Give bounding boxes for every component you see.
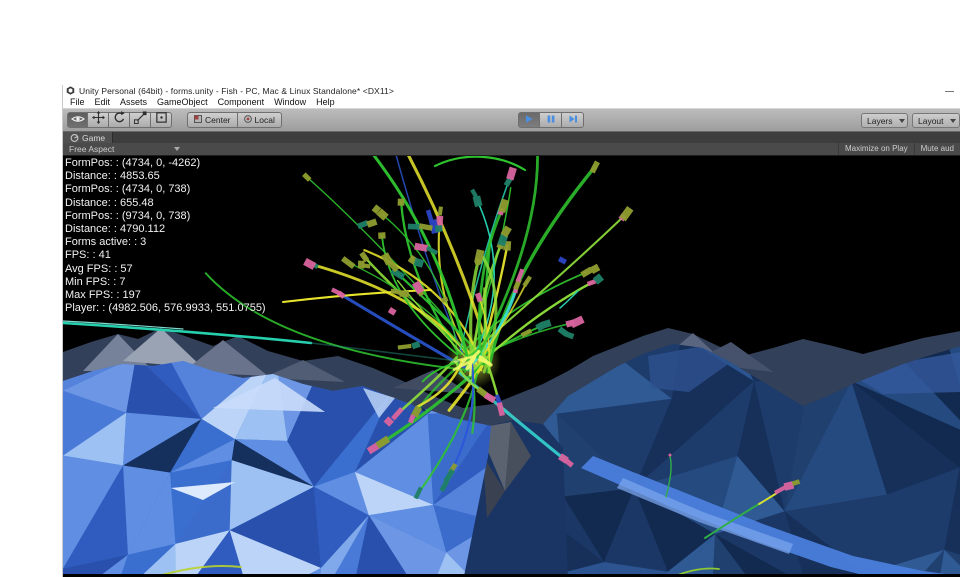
desktop: Unity Personal (64bit) - forms.unity - F… <box>0 0 960 577</box>
game-view-toolbar: Free Aspect Maximize on Play Mute aud <box>63 143 960 156</box>
pause-button[interactable] <box>540 112 562 128</box>
hud-line: Forms active: : 3 <box>65 236 266 249</box>
aspect-label: Free Aspect <box>69 144 114 154</box>
main-toolbar: Center Local Layers <box>63 108 960 132</box>
menu-component[interactable]: Component <box>214 97 271 107</box>
tab-game-label: Game <box>82 133 105 143</box>
layout-label: Layout <box>918 116 944 126</box>
move-tool-button[interactable] <box>88 112 109 128</box>
menu-assets[interactable]: Assets <box>116 97 153 107</box>
title-bar: Unity Personal (64bit) - forms.unity - F… <box>63 85 960 96</box>
local-axis-icon <box>244 115 252 125</box>
menu-gameobject[interactable]: GameObject <box>153 97 214 107</box>
transform-tools <box>67 112 172 128</box>
move-icon <box>92 111 105 129</box>
chevron-down-icon <box>899 119 905 123</box>
menu-file[interactable]: File <box>66 97 91 107</box>
tab-game[interactable]: Game <box>63 132 113 143</box>
hud-line: Distance: : 4790.112 <box>65 223 266 236</box>
pivot-icon <box>194 115 202 125</box>
rotation-button[interactable]: Local <box>238 112 282 128</box>
hud-line: FPS: : 41 <box>65 249 266 262</box>
play-icon <box>524 111 534 129</box>
window-title: Unity Personal (64bit) - forms.unity - F… <box>79 86 394 96</box>
layers-label: Layers <box>867 116 893 126</box>
hud-line: Avg FPS: : 57 <box>65 263 266 276</box>
game-view[interactable]: FormPos: : (4734, 0, -4262) Distance: : … <box>63 156 960 577</box>
scale-tool-button[interactable] <box>130 112 151 128</box>
step-button[interactable] <box>562 112 584 128</box>
menu-window[interactable]: Window <box>270 97 312 107</box>
eye-icon <box>71 111 85 129</box>
pause-icon <box>546 111 556 129</box>
hud-line: Distance: : 4853.65 <box>65 170 266 183</box>
hud-line: Distance: : 655.48 <box>65 197 266 210</box>
scale-icon <box>134 111 147 129</box>
hud-line: FormPos: : (4734, 0, 738) <box>65 183 266 196</box>
maximize-on-play-toggle[interactable]: Maximize on Play <box>838 143 914 155</box>
pivot-controls: Center Local <box>187 112 282 128</box>
mute-audio-toggle[interactable]: Mute aud <box>914 143 960 155</box>
rotate-tool-button[interactable] <box>109 112 130 128</box>
menu-help[interactable]: Help <box>312 97 341 107</box>
unity-editor-window: Unity Personal (64bit) - forms.unity - F… <box>62 85 960 577</box>
debug-hud: FormPos: : (4734, 0, -4262) Distance: : … <box>65 157 266 315</box>
minimize-button[interactable] <box>945 89 954 92</box>
layers-dropdown[interactable]: Layers <box>861 113 908 128</box>
layout-dropdown[interactable]: Layout <box>912 113 960 128</box>
game-view-toggles: Maximize on Play Mute aud <box>838 143 960 155</box>
view-tool-button[interactable] <box>67 112 88 128</box>
chevron-down-icon <box>950 119 956 123</box>
menu-bar: File Edit Assets GameObject Component Wi… <box>63 96 960 108</box>
play-button[interactable] <box>518 112 540 128</box>
pivot-button[interactable]: Center <box>187 112 238 128</box>
chevron-down-icon <box>174 147 180 151</box>
rect-tool-button[interactable] <box>151 112 172 128</box>
hud-line: Max FPS: : 197 <box>65 289 266 302</box>
aspect-dropdown[interactable]: Free Aspect <box>63 144 186 154</box>
hud-line: Min FPS: : 7 <box>65 276 266 289</box>
hud-line: FormPos: : (9734, 0, 738) <box>65 210 266 223</box>
rotation-label: Local <box>255 115 275 125</box>
hud-line: FormPos: : (4734, 0, -4262) <box>65 157 266 170</box>
play-controls <box>518 112 584 128</box>
hud-line: Player: : (4982.506, 576.9933, 551.0755) <box>65 302 266 315</box>
step-icon <box>568 111 578 129</box>
pivot-label: Center <box>205 115 231 125</box>
rotate-icon <box>113 111 126 129</box>
rect-icon <box>155 111 168 129</box>
minimize-icon <box>945 91 954 92</box>
view-tab-bar: Game <box>63 132 960 143</box>
unity-logo-icon <box>66 86 75 95</box>
menu-edit[interactable]: Edit <box>91 97 117 107</box>
